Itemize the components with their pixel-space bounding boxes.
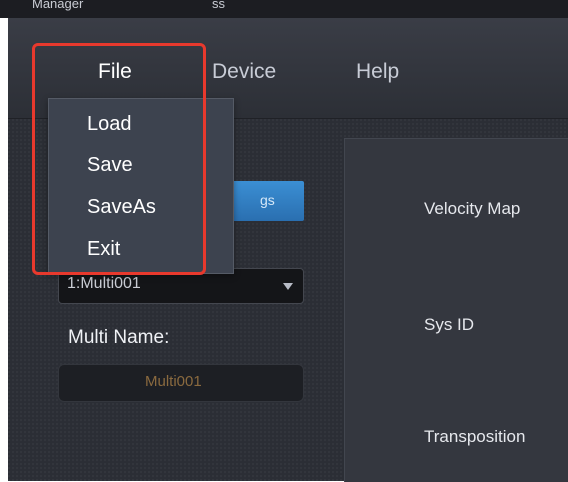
velocity-map-label: Velocity Map [424,199,521,218]
settings-panel: Velocity Map Sys ID Transposition [344,138,568,482]
title-fragment: ss [212,0,225,11]
sys-id-label: Sys ID [424,315,475,334]
title-strip: Manager ss [0,0,568,18]
multi-name-label: Multi Name: [68,327,170,348]
multi-select-value: 1:Multi001 [67,275,141,292]
multi-name-field[interactable]: Multi001 [58,364,304,402]
multi-name-value: Multi001 [145,373,202,390]
menu-device[interactable]: Device [212,60,276,84]
menu-help[interactable]: Help [356,60,399,84]
transposition-label: Transposition [424,427,526,446]
highlight-box [32,43,206,275]
settings-button-label: gs [260,192,275,208]
app-title-fragment: Manager [32,0,84,11]
chevron-down-icon [283,283,293,290]
